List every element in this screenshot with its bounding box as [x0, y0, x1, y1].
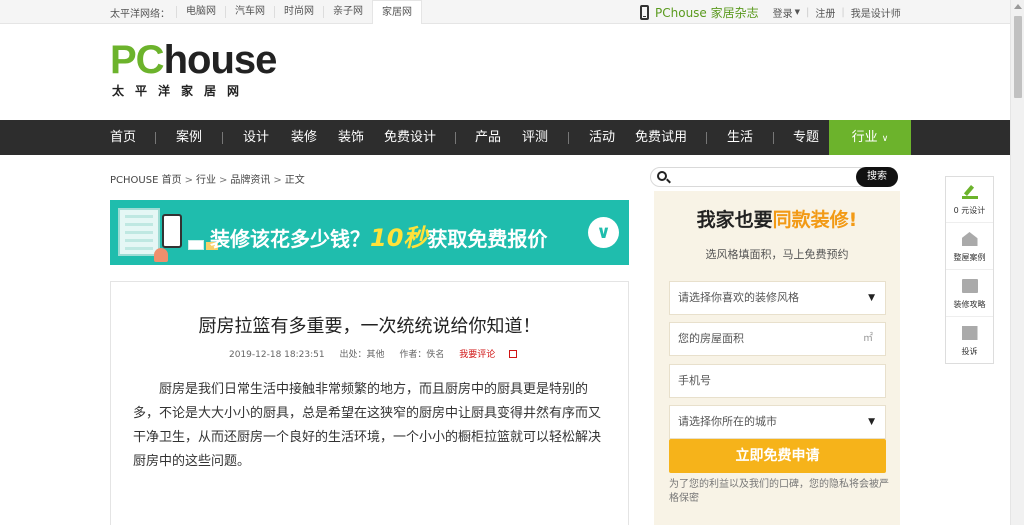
whole-house-cases-shortcut[interactable]: 整屋案例: [946, 224, 993, 270]
link-pcauto[interactable]: 汽车网: [225, 6, 274, 18]
designer-link[interactable]: 我是设计师: [851, 5, 901, 20]
phone-illustration: [162, 214, 182, 248]
renovation-guide-shortcut[interactable]: 装修攻略: [946, 271, 993, 317]
caret-down-icon: ▼: [868, 417, 875, 427]
quote-banner[interactable]: 装修该花多少钱？10秒获取免费报价 ∨: [110, 200, 629, 265]
link-pclady[interactable]: 时尚网: [274, 6, 323, 18]
link-pcbaby[interactable]: 亲子网: [323, 6, 372, 18]
city-select[interactable]: 请选择你所在的城市 ▼: [669, 405, 886, 439]
nav-decoration[interactable]: 装饰: [338, 120, 364, 155]
top-bar: 太平洋网络： 电脑网 汽车网 时尚网 亲子网 家居网 PChouse 家居杂志 …: [0, 0, 1010, 24]
submit-button[interactable]: 立即免费申请: [669, 439, 886, 473]
nav-cases[interactable]: 案例: [176, 120, 202, 155]
banner-text: 装修该花多少钱？10秒获取免费报价: [210, 224, 548, 252]
link-pchouse[interactable]: 家居网: [372, 0, 422, 24]
link-pconline[interactable]: 电脑网: [176, 6, 225, 18]
article-author: 作者：佚名: [399, 350, 445, 360]
nav-free-trial[interactable]: 免费试用: [635, 120, 687, 155]
floating-sidebar: 0 元设计 整屋案例 装修攻略 投诉: [945, 176, 994, 364]
form-title: 我家也要同款装修!: [696, 209, 858, 231]
hand-illustration: [154, 248, 168, 262]
nav-industry[interactable]: 行业 ∨: [829, 120, 911, 155]
nav-renovation[interactable]: 装修: [291, 120, 317, 155]
chevron-down-icon[interactable]: ▼: [795, 8, 800, 16]
magazine-link[interactable]: PChouse 家居杂志: [655, 4, 759, 21]
caret-down-icon: ▼: [868, 293, 875, 303]
user-links: PChouse 家居杂志 登录 ▼ | 注册 | 我是设计师: [640, 0, 901, 24]
nav-topics[interactable]: 专题: [793, 120, 819, 155]
scrollbar[interactable]: [1010, 0, 1024, 525]
article-title: 厨房拉篮有多重要，一次统统说给你知道！: [198, 316, 541, 337]
nav-products[interactable]: 产品: [475, 120, 501, 155]
article-meta: 2019-12-18 18:23:51 出处：其他 作者：佚名 我要评论: [229, 347, 541, 360]
form-subtitle: 选风格填面积，马上免费预约: [705, 248, 849, 261]
area-input[interactable]: 您的房屋面积㎡: [669, 322, 886, 356]
free-design-form: 我家也要同款装修! 选风格填面积，马上免费预约 请选择你喜欢的装修风格 ▼ 您的房…: [654, 191, 900, 525]
breadcrumb-industry[interactable]: 行业: [196, 175, 216, 186]
main-nav: 首页 案例 设计 装修 装饰 免费设计 产品 评测 活动 免费试用 生活 专题 …: [0, 120, 1010, 155]
book-icon: [961, 279, 978, 293]
chevron-down-icon: ∨: [881, 134, 889, 144]
complaint-shortcut[interactable]: 投诉: [946, 318, 993, 364]
chevron-down-icon[interactable]: ∨: [588, 217, 619, 248]
scrollbar-thumb[interactable]: [1014, 16, 1022, 98]
network-links: 太平洋网络： 电脑网 汽车网 时尚网 亲子网 家居网: [110, 0, 422, 24]
mail-icon: [961, 326, 978, 340]
house-icon: [961, 232, 978, 246]
comment-link[interactable]: 我要评论: [459, 350, 529, 360]
nav-design[interactable]: 设计: [243, 120, 269, 155]
register-link[interactable]: 注册: [815, 5, 835, 20]
document-illustration: [118, 208, 160, 256]
breadcrumb-home[interactable]: PCHOUSE 首页: [110, 175, 182, 186]
scroll-up-icon[interactable]: [1014, 4, 1022, 9]
search-icon: [657, 171, 667, 181]
site-logo[interactable]: PChouse 太平洋家居网: [110, 40, 277, 99]
free-design-shortcut[interactable]: 0 元设计: [946, 177, 993, 223]
phone-icon: [640, 4, 649, 20]
edit-icon: [509, 350, 518, 358]
pencil-icon: [961, 185, 978, 199]
network-label: 太平洋网络：: [110, 8, 170, 20]
breadcrumb-brand-news[interactable]: 品牌资讯: [230, 175, 270, 186]
breadcrumb-current: 正文: [284, 175, 305, 186]
logo-subtitle: 太平洋家居网: [112, 84, 251, 98]
article-body: 厨房是我们日常生活中接触非常频繁的地方，而且厨房中的厨具更是特别的多，不论是大大…: [133, 382, 602, 469]
article: 厨房拉篮有多重要，一次统统说给你知道！ 2019-12-18 18:23:51 …: [110, 281, 629, 525]
breadcrumb: PCHOUSE 首页 > 行业 > 品牌资讯 > 正文: [110, 175, 305, 186]
login-link[interactable]: 登录: [773, 5, 793, 20]
article-source: 出处：其他: [339, 350, 385, 360]
nav-home[interactable]: 首页: [110, 120, 136, 155]
privacy-note: 为了您的利益以及我们的口碑，您的隐私将会被严格保密: [669, 479, 889, 504]
nav-events[interactable]: 活动: [589, 120, 615, 155]
search-button[interactable]: 搜索: [856, 167, 898, 187]
phone-input[interactable]: 手机号: [669, 364, 886, 398]
nav-reviews[interactable]: 评测: [522, 120, 548, 155]
style-select[interactable]: 请选择你喜欢的装修风格 ▼: [669, 281, 886, 315]
search-box: 搜索: [650, 167, 898, 187]
nav-free-design[interactable]: 免费设计: [384, 120, 436, 155]
nav-life[interactable]: 生活: [727, 120, 753, 155]
article-date: 2019-12-18 18:23:51: [229, 350, 325, 360]
